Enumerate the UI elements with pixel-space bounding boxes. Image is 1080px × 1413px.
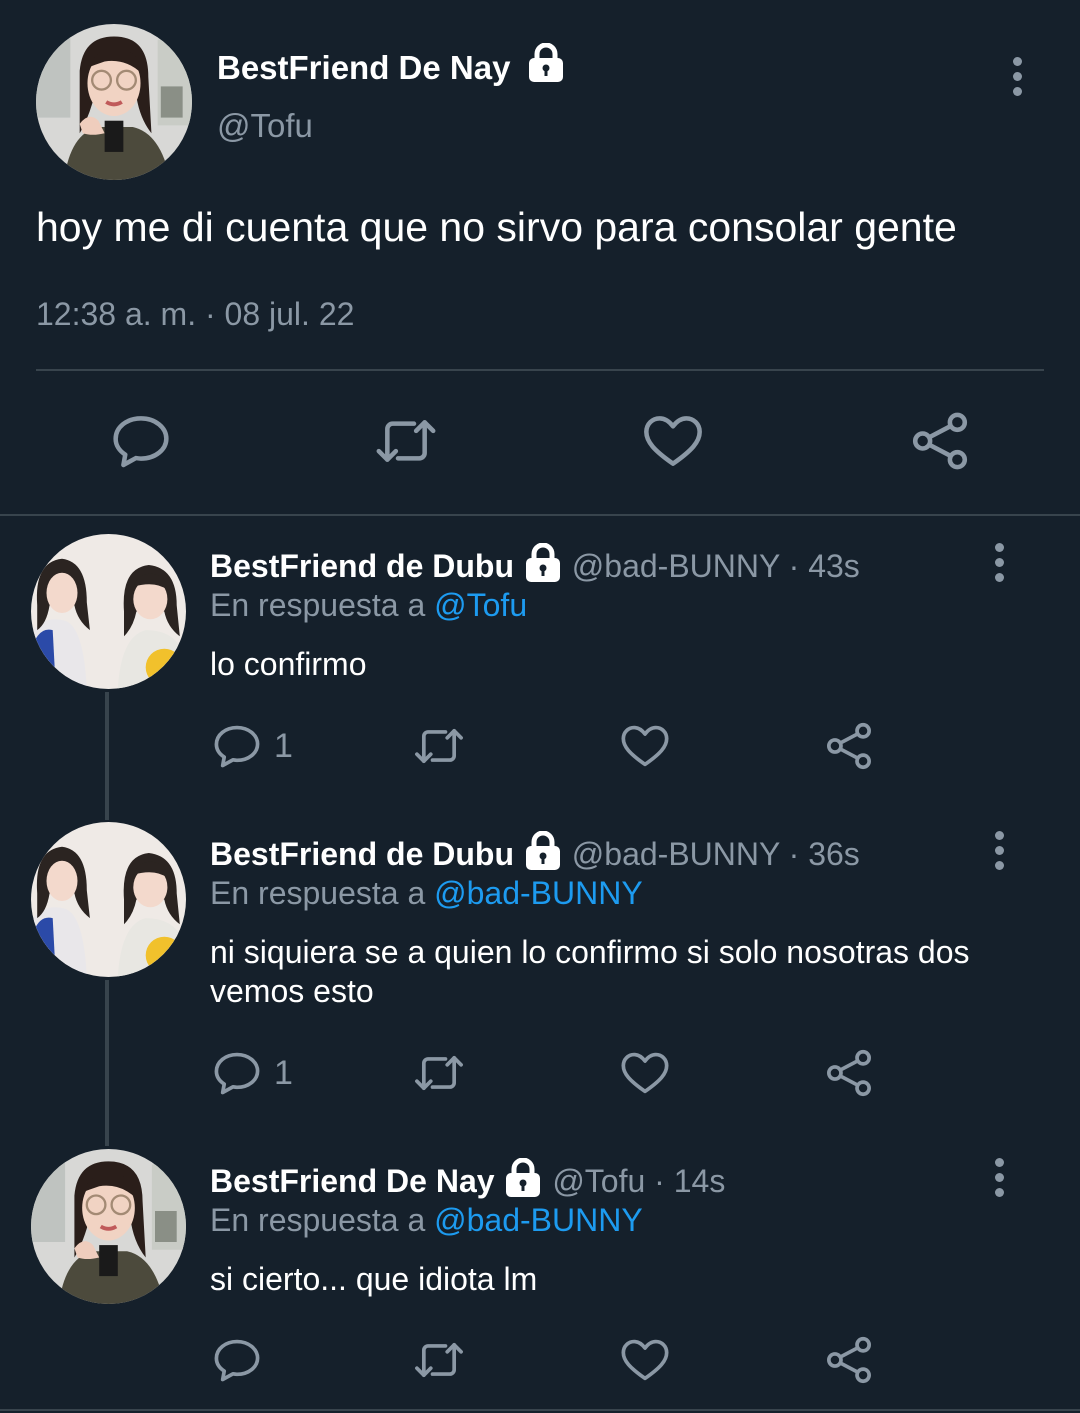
avatar[interactable]: [31, 822, 186, 977]
section-divider: [0, 514, 1080, 516]
display-name-text: BestFriend De Nay: [217, 49, 511, 86]
more-options-icon[interactable]: [992, 1158, 1006, 1203]
reply-context: En respuesta a @bad-BUNNY: [210, 1202, 643, 1239]
more-options-icon[interactable]: [992, 831, 1006, 876]
reply-header: BestFriend De Nay @Tofu · 14s: [210, 1163, 725, 1200]
display-name[interactable]: BestFriend de Dubu: [210, 548, 514, 584]
reply-text: lo confirmo: [210, 646, 367, 682]
reply-header: BestFriend de Dubu @bad-BUNNY · 43s: [210, 548, 860, 585]
tweet-timestamp[interactable]: 12:38 a. m. · 08 jul. 22: [36, 296, 354, 333]
divider: [36, 369, 1044, 371]
display-name[interactable]: BestFriend De Nay: [210, 1163, 495, 1199]
mention-link[interactable]: @bad-BUNNY: [434, 1202, 643, 1238]
avatar[interactable]: [31, 1149, 186, 1304]
reply-text: si cierto... que idiota lm: [210, 1261, 538, 1297]
display-name[interactable]: BestFriend De Nay: [217, 49, 566, 87]
more-options-icon[interactable]: [1010, 57, 1024, 102]
share-icon[interactable]: [823, 720, 875, 772]
mention-link[interactable]: @bad-BUNNY: [434, 875, 643, 911]
thread-line: [105, 692, 109, 820]
lock-icon: [523, 543, 563, 583]
more-options-icon[interactable]: [992, 543, 1006, 588]
reply-prefix: En respuesta a: [210, 587, 426, 623]
thread-line: [105, 980, 109, 1146]
mention-link[interactable]: @Tofu: [434, 587, 527, 623]
reply-icon[interactable]: [211, 720, 263, 772]
handle[interactable]: @bad-BUNNY: [572, 836, 780, 872]
reply-count: 1: [274, 727, 293, 765]
handle[interactable]: @Tofu: [217, 107, 313, 145]
lock-icon: [526, 43, 566, 83]
lock-icon: [503, 1158, 543, 1198]
avatar[interactable]: [31, 534, 186, 689]
reply-count: 1: [274, 1054, 293, 1092]
bottom-divider: [0, 1409, 1080, 1411]
reply-text: ni siquiera se a quien lo confirmo si so…: [210, 934, 970, 1009]
like-icon[interactable]: [641, 409, 705, 473]
reply-prefix: En respuesta a: [210, 875, 426, 911]
display-name[interactable]: BestFriend de Dubu: [210, 836, 514, 872]
share-icon[interactable]: [823, 1047, 875, 1099]
retweet-icon[interactable]: [413, 720, 465, 772]
avatar[interactable]: [36, 24, 192, 180]
share-icon[interactable]: [823, 1334, 875, 1386]
retweet-icon[interactable]: [374, 409, 438, 473]
handle[interactable]: @Tofu: [552, 1163, 645, 1199]
reply-prefix: En respuesta a: [210, 1202, 426, 1238]
handle[interactable]: @bad-BUNNY: [572, 548, 780, 584]
like-icon[interactable]: [619, 720, 671, 772]
retweet-icon[interactable]: [413, 1047, 465, 1099]
like-icon[interactable]: [619, 1047, 671, 1099]
reply-time: · 43s: [788, 548, 860, 584]
reply-context: En respuesta a @bad-BUNNY: [210, 875, 643, 912]
share-icon[interactable]: [908, 409, 972, 473]
reply-icon[interactable]: [109, 409, 173, 473]
like-icon[interactable]: [619, 1334, 671, 1386]
tweet-text: hoy me di cuenta que no sirvo para conso…: [36, 204, 957, 250]
reply-icon[interactable]: [211, 1047, 263, 1099]
reply-context: En respuesta a @Tofu: [210, 587, 527, 624]
retweet-icon[interactable]: [413, 1334, 465, 1386]
reply-time: · 36s: [788, 836, 860, 872]
reply-time: · 14s: [654, 1163, 726, 1199]
lock-icon: [523, 831, 563, 871]
reply-header: BestFriend de Dubu @bad-BUNNY · 36s: [210, 836, 860, 873]
reply-icon[interactable]: [211, 1334, 263, 1386]
